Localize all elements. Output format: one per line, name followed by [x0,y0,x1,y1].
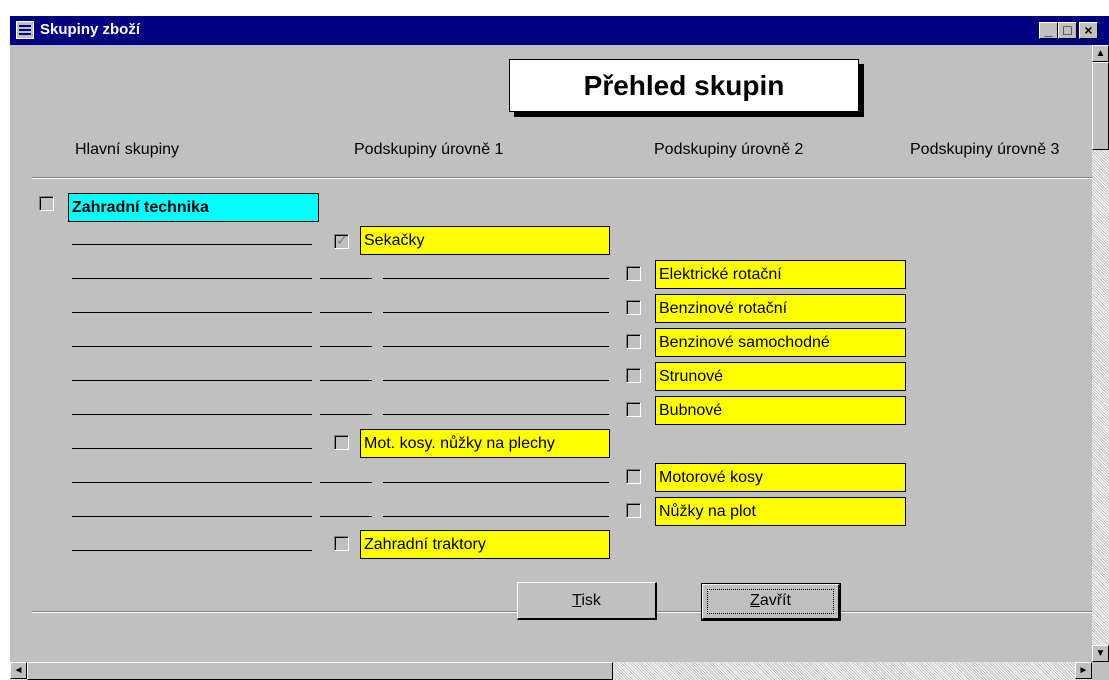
main-group-field[interactable]: Zahradní technika [68,193,319,222]
title-bar[interactable]: Skupiny zboží _ □ × [10,16,1109,45]
scroll-up-icon[interactable]: ▲ [1092,45,1109,62]
vertical-scrollbar[interactable]: ▲ ▼ [1092,45,1109,662]
form-body: Přehled skupin Hlavní skupiny Podskupiny… [10,45,1109,680]
tree-line [72,312,312,313]
tree-line [320,414,372,415]
tree-line [72,516,312,517]
print-accel: T [572,592,582,609]
goods-groups-window: Skupiny zboží _ □ × Přehled skupin Hlavn… [10,16,1109,680]
tree-line [72,482,312,483]
tree-line [383,278,609,279]
tree-line [72,414,312,415]
level2-checkbox[interactable] [626,334,641,349]
tree-line [72,448,312,449]
tree-line [320,482,372,483]
tree-line [72,278,312,279]
tree-line [320,346,372,347]
level2-field[interactable]: Bubnové [655,396,906,425]
main-group-checkbox[interactable] [39,196,54,211]
horizontal-scroll-thumb[interactable] [27,662,613,680]
scroll-down-icon[interactable]: ▼ [1092,645,1109,662]
level2-field[interactable]: Benzinové samochodné [655,328,906,357]
tree-line [72,244,312,245]
close-button[interactable]: Zavřít [701,583,841,621]
tree-line [72,346,312,347]
level1-checkbox[interactable] [334,536,349,551]
window-title: Skupiny zboží [40,21,141,38]
close-window-button[interactable]: × [1079,22,1098,39]
column-header-main: Hlavní skupiny [75,141,180,158]
level1-checkbox[interactable] [334,232,349,249]
close-label: Zavřít [750,592,791,609]
tree-line [320,278,372,279]
tree-line [72,380,312,381]
tree-line [383,380,609,381]
tree-line [383,516,609,517]
horizontal-scrollbar[interactable]: ◄ ► [10,662,1092,680]
tree-line [320,380,372,381]
level2-field[interactable]: Benzinové rotační [655,294,906,323]
level2-checkbox[interactable] [626,266,641,281]
form-icon [16,21,34,39]
level1-field[interactable]: Mot. kosy. nůžky na plechy [360,429,610,458]
level2-field[interactable]: Nůžky na plot [655,497,906,526]
page-title: Přehled skupin [509,59,859,112]
level2-checkbox[interactable] [626,300,641,315]
level2-checkbox[interactable] [626,469,641,484]
level2-checkbox[interactable] [626,368,641,383]
scroll-right-icon[interactable]: ► [1075,662,1092,679]
level2-field[interactable]: Elektrické rotační [655,260,906,289]
level2-checkbox[interactable] [626,402,641,417]
minimize-button[interactable]: _ [1039,22,1058,39]
column-header-level2: Podskupiny úrovně 2 [654,141,804,158]
level2-field[interactable]: Motorové kosy [655,463,906,492]
scroll-corner [1092,662,1109,680]
tree-line [383,482,609,483]
scroll-left-icon[interactable]: ◄ [10,662,27,679]
tree-line [72,550,312,551]
level1-field[interactable]: Sekačky [360,226,610,255]
level2-checkbox[interactable] [626,503,641,518]
column-header-level3: Podskupiny úrovně 3 [910,141,1060,158]
level2-field[interactable]: Strunové [655,362,906,391]
vertical-scroll-thumb[interactable] [1092,62,1109,150]
tree-line [320,516,372,517]
tree-line [383,312,609,313]
maximize-button[interactable]: □ [1058,22,1077,39]
tree-line [320,312,372,313]
column-header-level1: Podskupiny úrovně 1 [354,141,504,158]
header-divider [32,177,1095,179]
print-button[interactable]: Tisk [517,582,657,620]
tree-line [383,346,609,347]
print-rest: isk [581,592,601,609]
tree-line [383,414,609,415]
level1-field[interactable]: Zahradní traktory [360,530,610,559]
level1-checkbox[interactable] [334,435,349,450]
